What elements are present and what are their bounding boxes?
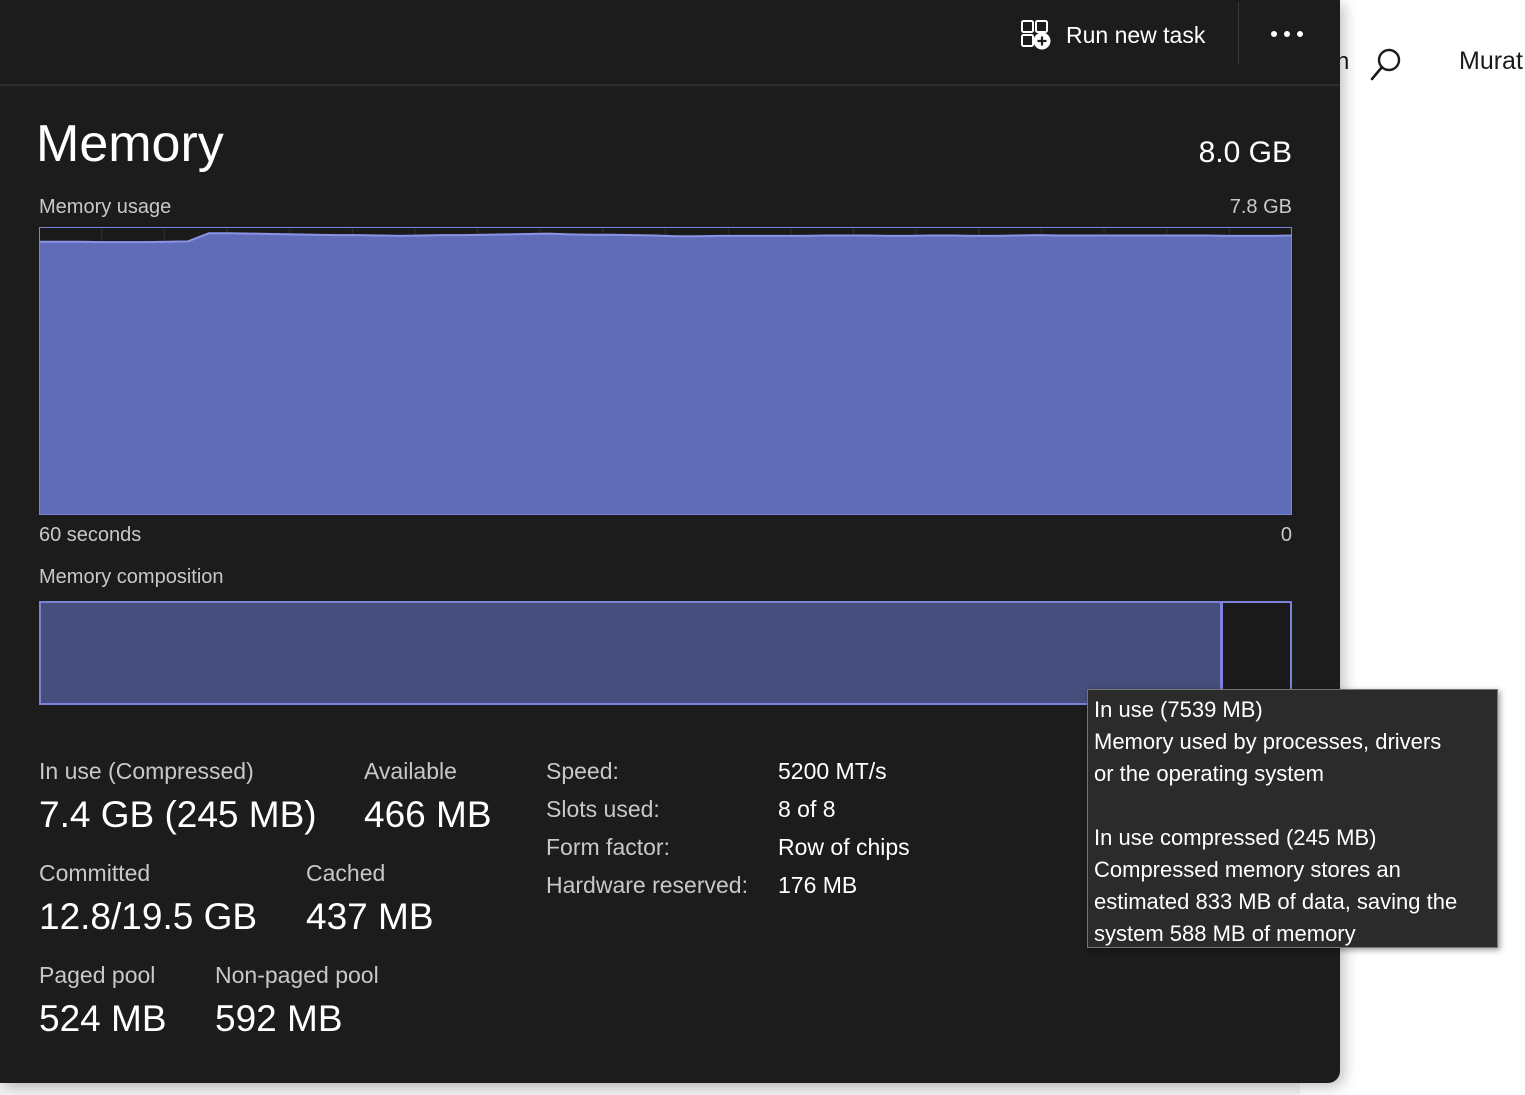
tooltip-compressed-desc-1: Compressed memory stores an: [1094, 857, 1401, 882]
in-use-value: 7.4 GB (245 MB): [39, 794, 317, 835]
run-new-task-button[interactable]: Run new task: [1008, 10, 1217, 60]
hardware-reserved-value: 176 MB: [778, 872, 858, 898]
paged-pool-value: 524 MB: [39, 998, 167, 1039]
run-task-icon: [1021, 20, 1051, 50]
slots-used-value: 8 of 8: [778, 796, 836, 822]
paged-pool-label: Paged pool: [39, 962, 156, 988]
tooltip-spacer: [1094, 790, 1491, 822]
committed-value: 12.8/19.5 GB: [39, 896, 258, 937]
hardware-reserved-label: Hardware reserved:: [546, 872, 748, 898]
available-value: 466 MB: [364, 794, 492, 835]
toolbar-divider: [1238, 2, 1239, 64]
search-icon[interactable]: [1368, 46, 1404, 82]
speed-label: Speed:: [546, 758, 619, 784]
tooltip-compressed-heading: In use compressed (245 MB): [1094, 825, 1377, 850]
more-options-button[interactable]: [1258, 12, 1316, 56]
tooltip-compressed-desc-3: system 588 MB of memory: [1094, 921, 1356, 946]
page-title: Memory: [36, 115, 224, 173]
total-memory: 8.0 GB: [1198, 136, 1292, 169]
memory-usage-label: Memory usage: [39, 196, 172, 218]
composition-in-use-segment[interactable]: [41, 603, 1224, 703]
form-factor-label: Form factor:: [546, 834, 670, 860]
tooltip-compressed-desc-2: estimated 833 MB of data, saving the: [1094, 889, 1458, 914]
toolbar: Run new task: [0, 0, 1340, 86]
speed-value: 5200 MT/s: [778, 758, 887, 784]
memory-usage-area: [39, 233, 1292, 515]
tooltip-in-use-heading: In use (7539 MB): [1094, 697, 1263, 722]
run-new-task-label: Run new task: [1066, 21, 1206, 48]
non-paged-pool-label: Non-paged pool: [215, 962, 379, 988]
cached-value: 437 MB: [306, 896, 434, 937]
chart-axis-right-label: 0: [1280, 524, 1292, 546]
composition-tooltip: In use (7539 MB) Memory used by processe…: [1087, 689, 1498, 948]
committed-label: Committed: [39, 860, 151, 886]
chart-axis-left-label: 60 seconds: [39, 524, 142, 546]
form-factor-value: Row of chips: [778, 834, 910, 860]
non-paged-pool-value: 592 MB: [215, 998, 343, 1039]
memory-usage-chart: [39, 227, 1292, 515]
in-use-label: In use (Compressed): [39, 758, 254, 784]
available-label: Available: [364, 758, 457, 784]
slots-used-label: Slots used:: [546, 796, 660, 822]
tooltip-in-use-desc-2: or the operating system: [1094, 761, 1324, 786]
cached-label: Cached: [306, 860, 386, 886]
tooltip-in-use-desc-1: Memory used by processes, drivers: [1094, 729, 1442, 754]
memory-composition-label: Memory composition: [39, 566, 224, 588]
background-user-name: Murat: [1459, 47, 1523, 75]
memory-usage-max: 7.8 GB: [1229, 196, 1292, 218]
more-icon: [1271, 31, 1303, 37]
